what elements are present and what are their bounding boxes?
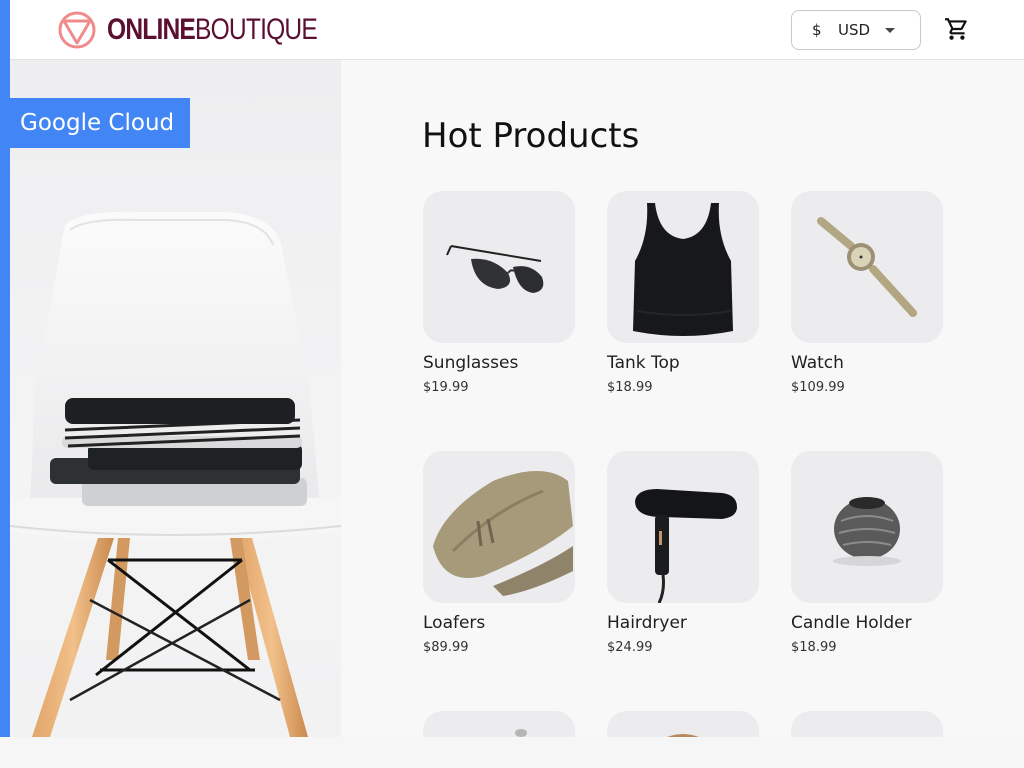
hero-image	[10, 60, 341, 737]
hairdryer-image	[607, 451, 759, 603]
candle-holder-image	[791, 451, 943, 603]
product-price: $19.99	[423, 380, 469, 395]
logo-text: ONLINEBOUTIQUE	[107, 13, 318, 46]
product-card-partial[interactable]	[423, 711, 575, 737]
product-card-candle-holder[interactable]: Candle Holder $18.99	[791, 451, 943, 655]
currency-selector[interactable]: $ USD	[791, 10, 921, 50]
product-card-hairdryer[interactable]: Hairdryer $24.99	[607, 451, 759, 655]
product-price: $24.99	[607, 640, 653, 655]
cart-icon[interactable]	[944, 16, 970, 42]
product-card-tank-top[interactable]: Tank Top $18.99	[607, 191, 759, 395]
product-image-partial	[607, 711, 759, 737]
logo-icon	[58, 11, 96, 49]
page-title: Hot Products	[422, 116, 640, 156]
product-name: Watch	[791, 353, 844, 373]
product-name: Hairdryer	[607, 613, 687, 633]
product-price: $109.99	[791, 380, 845, 395]
product-name: Sunglasses	[423, 353, 519, 373]
site-header: ONLINEBOUTIQUE $ USD	[0, 0, 1024, 60]
product-image-partial	[791, 711, 943, 737]
product-card-sunglasses[interactable]: Sunglasses $19.99	[423, 191, 575, 395]
product-price: $18.99	[607, 380, 653, 395]
product-price: $18.99	[791, 640, 837, 655]
product-card-partial[interactable]	[791, 711, 943, 737]
product-card-loafers[interactable]: Loafers $89.99	[423, 451, 575, 655]
product-name: Loafers	[423, 613, 486, 633]
watch-image	[791, 191, 943, 343]
product-card-watch[interactable]: Watch $109.99	[791, 191, 943, 395]
product-image-partial	[423, 711, 575, 737]
loafers-image	[423, 451, 575, 603]
currency-symbol: $	[812, 21, 822, 39]
brand-accent-strip	[0, 0, 10, 737]
chevron-down-icon	[885, 28, 895, 33]
footer-strip	[0, 737, 1024, 768]
currency-code: USD	[838, 21, 871, 39]
product-name: Candle Holder	[791, 613, 912, 633]
sunglasses-image	[423, 191, 575, 343]
product-name: Tank Top	[607, 353, 680, 373]
logo-link[interactable]: ONLINEBOUTIQUE	[57, 10, 363, 50]
product-card-partial[interactable]	[607, 711, 759, 737]
product-price: $89.99	[423, 640, 469, 655]
google-cloud-badge: Google Cloud	[10, 98, 190, 148]
chair-with-clothes-image	[10, 211, 341, 737]
tank-top-image	[607, 191, 759, 343]
